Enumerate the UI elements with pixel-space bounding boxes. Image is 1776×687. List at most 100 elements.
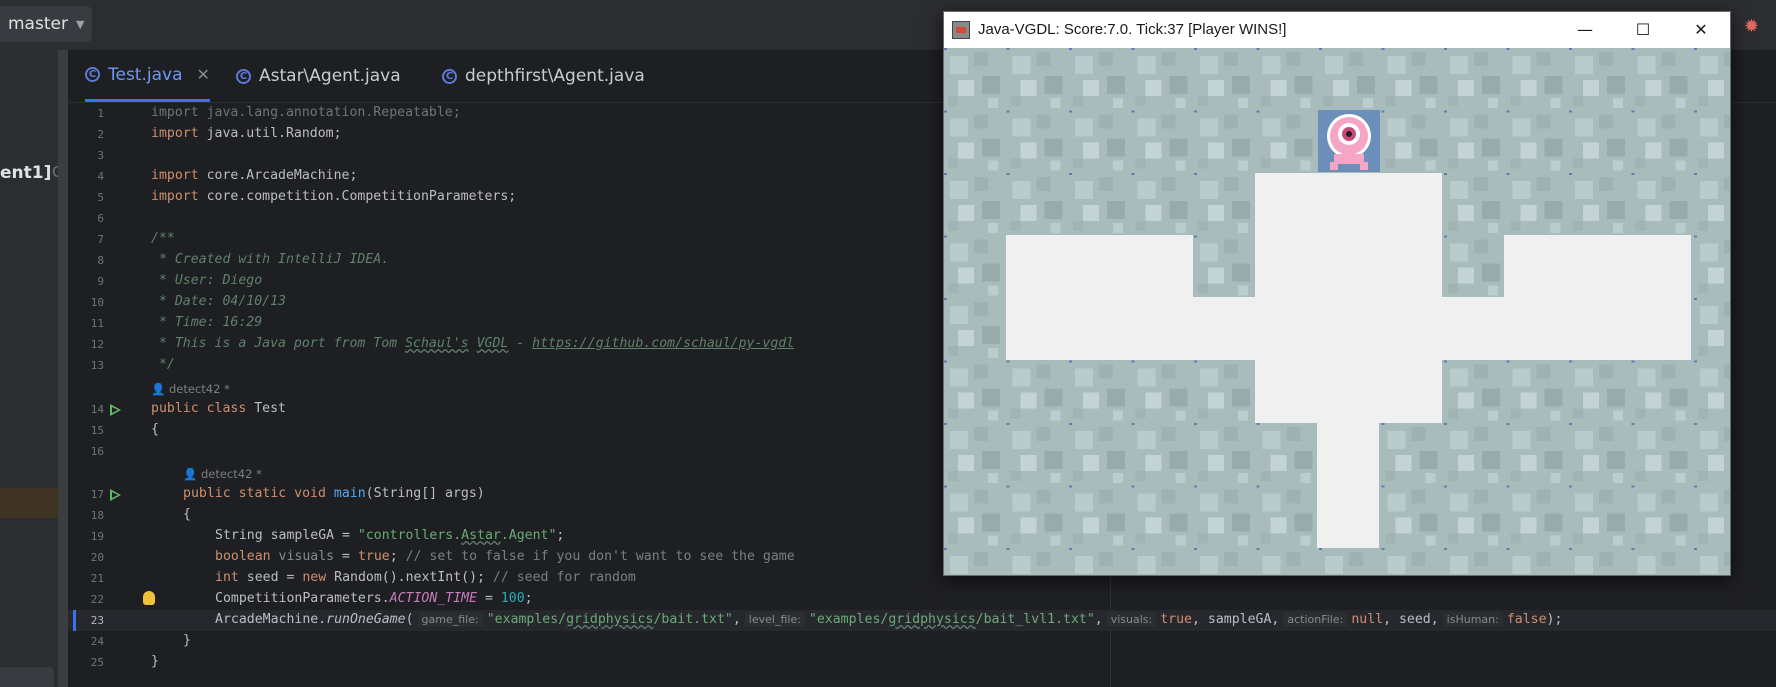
wall-tile	[1325, 56, 1343, 74]
wall-tile	[1363, 98, 1373, 108]
wall-tile	[1631, 48, 1635, 50]
wall-tile	[1232, 138, 1250, 157]
close-button[interactable]: ✕	[1672, 12, 1730, 47]
code-text[interactable]: public static void main(String[] args)	[183, 486, 485, 501]
code-text[interactable]: * Time: 16:29	[151, 315, 262, 330]
wall-tile	[1613, 410, 1623, 421]
code-text[interactable]: import core.competition.CompetitionParam…	[151, 189, 516, 204]
code-text[interactable]: * Created with IntelliJ IDEA.	[151, 252, 389, 267]
debug-icon[interactable]: ✹	[1744, 16, 1759, 37]
wall-tile	[1224, 177, 1238, 191]
code-text[interactable]: int seed = new Random().nextInt(); // se…	[215, 570, 636, 585]
selected-tree-row[interactable]	[0, 667, 54, 687]
wall-tile	[1319, 48, 1322, 50]
wall-tile	[1020, 80, 1037, 96]
wall-tile	[958, 330, 974, 346]
wall-tile	[1194, 548, 1197, 550]
wall-tile	[1357, 76, 1375, 94]
wall-tile	[1131, 485, 1135, 488]
wall-tile	[1569, 360, 1572, 363]
code-text[interactable]: /**	[151, 231, 175, 246]
wall-tile	[1286, 489, 1301, 504]
wall-tile	[1208, 517, 1224, 534]
wall-tile	[1010, 158, 1021, 169]
code-text[interactable]: */	[151, 357, 175, 372]
wall-tile	[1262, 556, 1281, 574]
wall-tile	[988, 410, 998, 421]
wall-tile	[948, 346, 958, 356]
wall-tile	[988, 98, 998, 108]
wall-tile	[1044, 201, 1063, 219]
code-text[interactable]: }	[183, 633, 191, 648]
wall-tile	[974, 114, 988, 129]
game-window[interactable]: Java-VGDL: Score:7.0. Tick:37 [Player WI…	[943, 11, 1731, 576]
wall-tile	[1536, 52, 1551, 66]
wall-tile	[1395, 517, 1412, 534]
wall-tile	[1694, 48, 1697, 50]
wall-tile	[1169, 76, 1188, 94]
tab-test-java[interactable]: C Test.java ✕	[85, 50, 210, 102]
minimize-button[interactable]: —	[1556, 12, 1614, 47]
wall-tile	[1270, 455, 1287, 471]
code-text[interactable]: public class Test	[151, 401, 286, 416]
code-text[interactable]: ArcadeMachine.runOneGame(game_file: "exam…	[215, 612, 1562, 627]
wall-tile	[1569, 485, 1572, 488]
wall-tile	[1506, 48, 1510, 50]
wall-tile	[1661, 552, 1676, 566]
wall-tile	[1550, 535, 1561, 546]
wall-tile	[988, 535, 998, 546]
vcs-branch-selector[interactable]: master ▼	[0, 6, 92, 42]
wall-tile	[1698, 158, 1708, 169]
code-text[interactable]: * This is a Java port from Tom Schaul's …	[151, 336, 794, 351]
wall-tile	[1448, 158, 1458, 169]
code-text[interactable]: }	[151, 654, 159, 669]
tab-astar-agent[interactable]: C Astar\Agent.java	[236, 50, 401, 102]
run-icon[interactable]	[110, 489, 121, 501]
wall-tile	[1381, 548, 1385, 550]
wall-tile	[1661, 52, 1676, 66]
wall-tile	[1708, 517, 1724, 534]
wall-tile	[1669, 76, 1688, 94]
doc-link[interactable]: https://github.com/schaul/py-vgdl	[532, 336, 794, 351]
project-tree-item[interactable]: ent1]	[0, 163, 51, 183]
code-text[interactable]: import core.ArcadeMachine;	[151, 168, 357, 183]
wall-tile	[1270, 142, 1287, 159]
close-icon[interactable]: ✕	[197, 65, 210, 84]
wall-tile	[1599, 489, 1613, 504]
code-text[interactable]: CompetitionParameters.ACTION_TIME = 100;	[215, 591, 533, 606]
code-text[interactable]: import java.lang.annotation.Repeatable;	[151, 105, 461, 120]
code-text[interactable]: String sampleGA = "controllers.Astar.Age…	[215, 528, 564, 543]
wall-tile	[1137, 493, 1156, 512]
wall-tile	[1381, 423, 1385, 425]
wall-tile	[1631, 423, 1635, 425]
lightbulb-icon[interactable]	[143, 591, 155, 605]
wall-tile	[1224, 239, 1238, 254]
tab-depthfirst-agent[interactable]: C depthfirst\Agent.java	[442, 50, 645, 102]
wall-tile	[1724, 177, 1730, 191]
wall-tile	[1661, 489, 1676, 504]
run-icon[interactable]	[110, 404, 121, 416]
wall-tile	[1075, 368, 1093, 387]
wall-tile	[1270, 517, 1287, 534]
code-author-hint[interactable]: 👤 detect42 *	[183, 467, 262, 481]
code-text[interactable]: {	[151, 422, 159, 437]
code-text[interactable]: {	[183, 507, 191, 522]
code-text[interactable]: boolean visuals = true; // set to false …	[215, 549, 795, 564]
wall-tile	[1575, 556, 1593, 574]
panel-splitter[interactable]	[58, 50, 68, 687]
param-hint: isHuman:	[1442, 612, 1503, 627]
wall-tile	[1450, 493, 1468, 512]
wall-tile	[1520, 142, 1537, 159]
wall-tile	[1194, 173, 1197, 175]
highlighted-tree-row[interactable]	[0, 488, 58, 518]
wall-tile	[1107, 201, 1125, 219]
maximize-button[interactable]: ☐	[1614, 12, 1672, 47]
code-text[interactable]: * User: Diego	[151, 273, 262, 288]
code-author-hint[interactable]: 👤 detect42 *	[151, 382, 230, 396]
wall-tile	[1169, 388, 1188, 407]
code-text[interactable]: * Date: 04/10/13	[151, 294, 286, 309]
game-canvas[interactable]	[944, 48, 1730, 575]
code-text[interactable]: import java.util.Random;	[151, 126, 342, 141]
window-titlebar[interactable]: Java-VGDL: Score:7.0. Tick:37 [Player WI…	[944, 12, 1730, 47]
wall-tile	[1544, 388, 1563, 407]
